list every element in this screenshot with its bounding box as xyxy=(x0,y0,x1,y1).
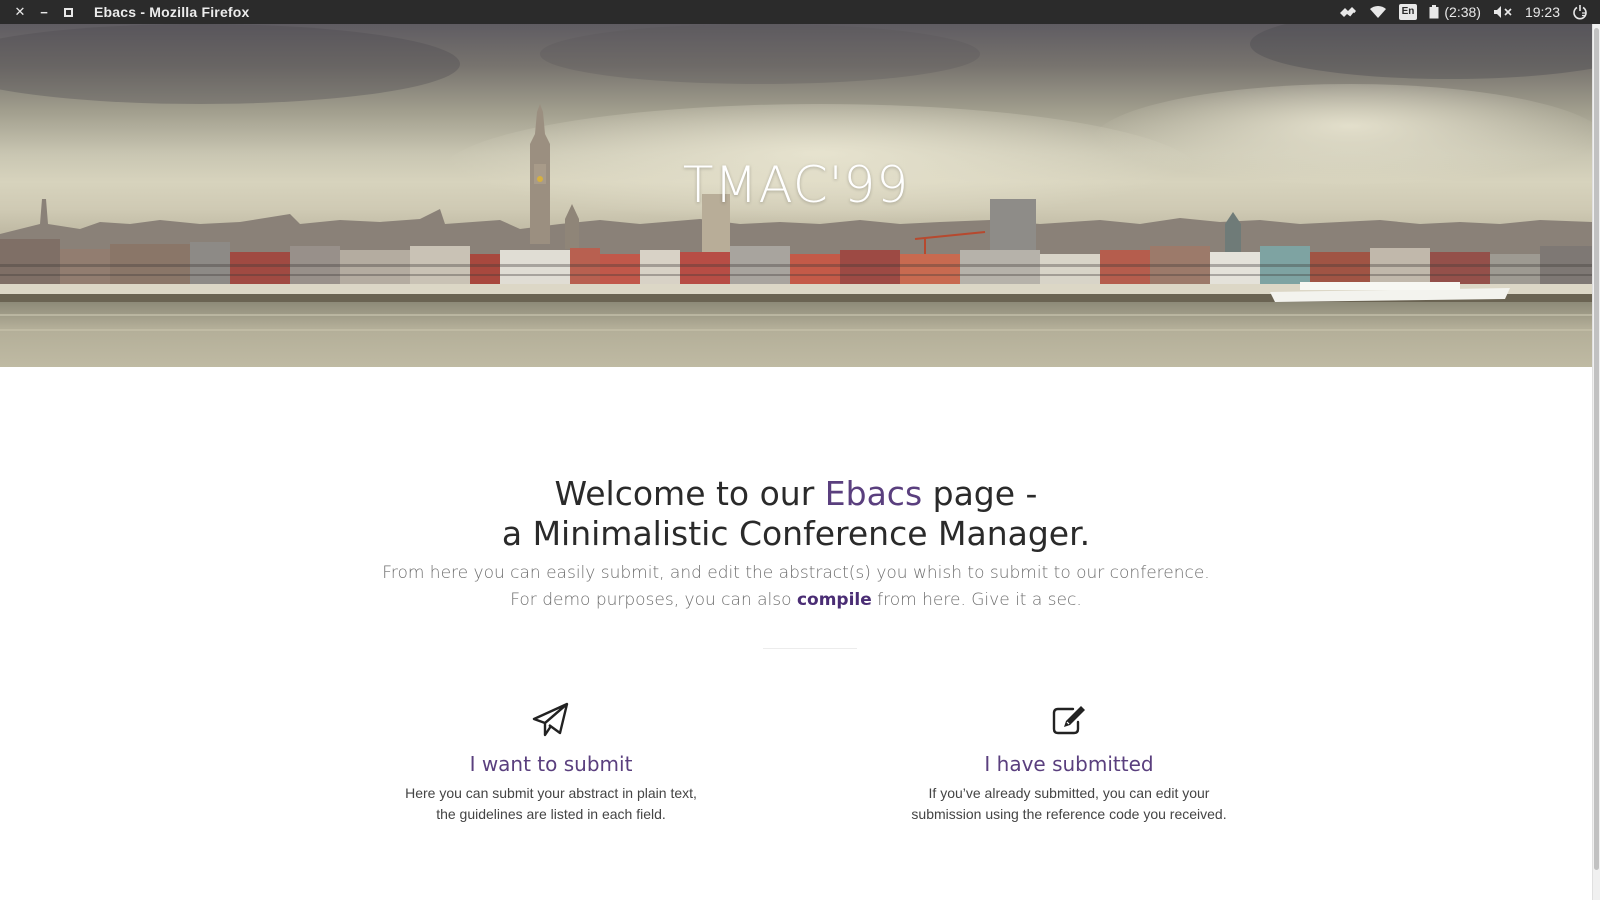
hero-title: TMAC'99 xyxy=(682,156,910,214)
dropbox-sync-icon[interactable] xyxy=(1333,0,1363,24)
keyboard-layout-label: En xyxy=(1398,4,1418,20)
line2-prefix: For demo purposes, you can also xyxy=(510,590,797,610)
battery-indicator[interactable]: (2:38) xyxy=(1423,0,1487,24)
section-divider xyxy=(763,648,857,649)
submitted-description: If you’ve already submitted, you can edi… xyxy=(859,783,1279,825)
edit-icon[interactable] xyxy=(859,700,1279,740)
welcome-heading: Welcome to our Ebacs page - a Minimalist… xyxy=(0,474,1592,554)
intro-text-line1: From here you can easily submit, and edi… xyxy=(382,563,1210,583)
brand-name: Ebacs xyxy=(824,474,923,513)
page-scrollbar[interactable] xyxy=(1592,24,1600,900)
submitted-desc-line2: submission using the reference code you … xyxy=(911,806,1227,822)
submitted-title[interactable]: I have submitted xyxy=(859,752,1279,776)
feature-submit[interactable]: I want to submit Here you can submit you… xyxy=(341,700,761,825)
keyboard-layout-icon[interactable]: En xyxy=(1393,0,1424,24)
os-title-bar: ✕ − Ebacs - Mozilla Firefox En (2:38) 19… xyxy=(0,0,1600,24)
paper-plane-icon[interactable] xyxy=(341,700,761,740)
maximize-icon[interactable] xyxy=(56,0,80,24)
system-tray: En (2:38) 19:23 xyxy=(1333,0,1594,24)
heading-line2: a Minimalistic Conference Manager. xyxy=(501,514,1091,553)
line2-suffix: from here. Give it a sec. xyxy=(871,590,1082,610)
intro-text-line2: For demo purposes, you can also compile … xyxy=(0,587,1592,614)
submit-title[interactable]: I want to submit xyxy=(341,752,761,776)
window-controls: ✕ − xyxy=(8,0,80,24)
battery-icon xyxy=(1429,5,1439,19)
volume-muted-icon[interactable] xyxy=(1487,0,1519,24)
heading-prefix: Welcome to our xyxy=(554,474,825,513)
minimize-icon[interactable]: − xyxy=(32,0,56,24)
wifi-icon[interactable] xyxy=(1363,0,1393,24)
clock[interactable]: 19:23 xyxy=(1519,0,1566,24)
submitted-desc-line1: If you’ve already submitted, you can edi… xyxy=(928,785,1210,801)
submit-desc-line1: Here you can submit your abstract in pla… xyxy=(405,785,697,801)
battery-time: (2:38) xyxy=(1444,4,1481,20)
submit-description: Here you can submit your abstract in pla… xyxy=(341,783,761,825)
intro-section: Welcome to our Ebacs page - a Minimalist… xyxy=(0,474,1592,614)
close-icon[interactable]: ✕ xyxy=(8,0,32,24)
feature-submitted[interactable]: I have submitted If you’ve already submi… xyxy=(859,700,1279,825)
heading-suffix: page - xyxy=(922,474,1038,513)
submit-desc-line2: the guidelines are listed in each field. xyxy=(436,806,666,822)
power-icon[interactable] xyxy=(1566,0,1594,24)
hero-banner: TMAC'99 xyxy=(0,24,1592,367)
scrollbar-thumb[interactable] xyxy=(1594,28,1599,870)
window-title: Ebacs - Mozilla Firefox xyxy=(94,4,250,20)
compile-link[interactable]: compile xyxy=(797,590,872,610)
